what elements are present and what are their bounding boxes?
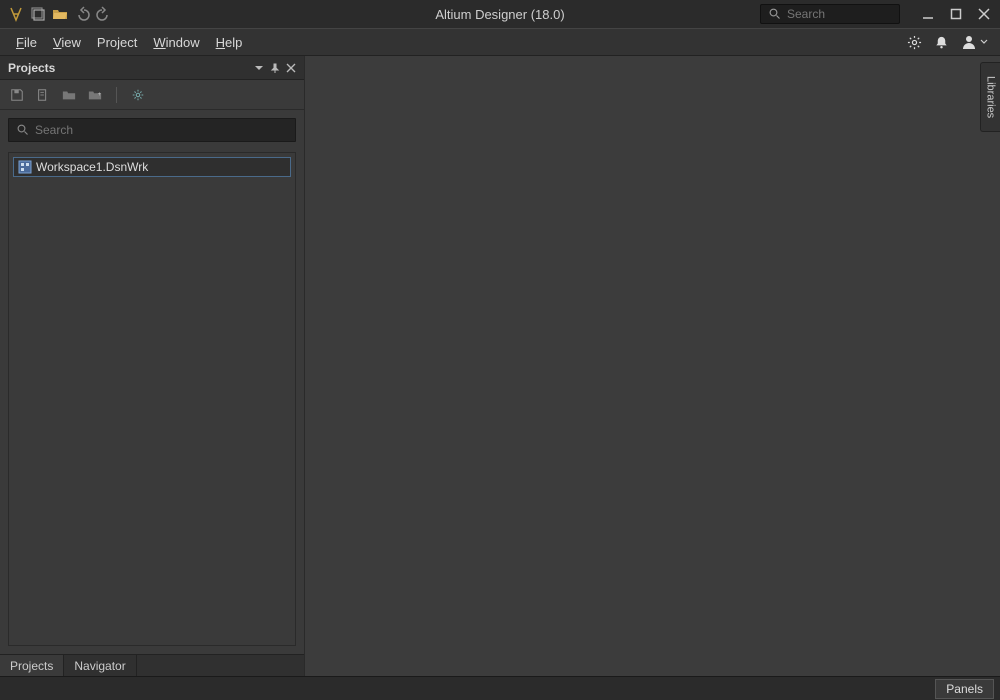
maximize-icon[interactable] xyxy=(950,8,962,20)
global-search-input[interactable] xyxy=(787,7,891,21)
window-controls xyxy=(922,8,990,20)
folder-icon[interactable] xyxy=(62,88,76,102)
workspace-file-icon xyxy=(18,160,32,174)
libraries-tab[interactable]: Libraries xyxy=(980,62,1000,132)
redo-icon[interactable] xyxy=(96,6,112,22)
compile-icon[interactable] xyxy=(36,88,50,102)
main-area: Projects xyxy=(0,56,1000,676)
search-icon xyxy=(769,8,781,20)
panel-title: Projects xyxy=(8,61,55,75)
global-search[interactable] xyxy=(760,4,900,24)
panel-body: Workspace1.DsnWrk xyxy=(0,110,304,654)
panel-tabs: Projects Navigator xyxy=(0,654,304,676)
menu-window[interactable]: Window xyxy=(153,35,199,50)
app-logo-icon[interactable] xyxy=(8,6,24,22)
undo-icon[interactable] xyxy=(74,6,90,22)
statusbar: Panels xyxy=(0,676,1000,700)
workspace-label: Workspace1.DsnWrk xyxy=(36,160,148,174)
menu-view[interactable]: View xyxy=(53,35,81,50)
menubar-items: File View Project Window Help xyxy=(8,35,242,50)
menu-file[interactable]: File xyxy=(16,35,37,50)
minimize-icon[interactable] xyxy=(922,8,934,20)
panel-options-icon[interactable] xyxy=(131,88,145,102)
user-menu[interactable] xyxy=(961,34,988,50)
project-tree[interactable]: Workspace1.DsnWrk xyxy=(8,152,296,646)
search-icon xyxy=(17,124,29,136)
chevron-down-icon xyxy=(980,38,988,46)
bell-icon[interactable] xyxy=(934,35,949,50)
panel-search-input[interactable] xyxy=(35,123,287,137)
titlebar-left-toolbar xyxy=(0,6,112,22)
folder-open-icon[interactable] xyxy=(52,6,68,22)
gear-icon[interactable] xyxy=(907,35,922,50)
menubar: File View Project Window Help xyxy=(0,28,1000,56)
toolbar-separator xyxy=(116,87,117,103)
panel-menu-icon[interactable] xyxy=(254,63,264,73)
titlebar-right xyxy=(760,4,1000,24)
editor-canvas: Libraries xyxy=(305,56,1000,676)
tab-projects[interactable]: Projects xyxy=(0,655,64,676)
menubar-right xyxy=(907,34,992,50)
app-title: Altium Designer (18.0) xyxy=(435,7,564,22)
folder-add-icon[interactable]: + xyxy=(88,88,102,102)
titlebar: Altium Designer (18.0) xyxy=(0,0,1000,28)
panel-search[interactable] xyxy=(8,118,296,142)
panel-header-controls xyxy=(254,63,296,73)
user-icon xyxy=(961,34,977,50)
panel-close-icon[interactable] xyxy=(286,63,296,73)
save-all-icon[interactable] xyxy=(30,6,46,22)
panel-toolbar: + xyxy=(0,80,304,110)
panel-header: Projects xyxy=(0,56,304,80)
svg-text:+: + xyxy=(98,90,102,97)
close-icon[interactable] xyxy=(978,8,990,20)
projects-panel: Projects xyxy=(0,56,305,676)
workspace-item[interactable]: Workspace1.DsnWrk xyxy=(13,157,291,177)
pin-icon[interactable] xyxy=(270,63,280,73)
save-icon[interactable] xyxy=(10,88,24,102)
menu-help[interactable]: Help xyxy=(216,35,243,50)
tab-navigator[interactable]: Navigator xyxy=(64,655,136,676)
panels-button[interactable]: Panels xyxy=(935,679,994,699)
menu-project[interactable]: Project xyxy=(97,35,137,50)
